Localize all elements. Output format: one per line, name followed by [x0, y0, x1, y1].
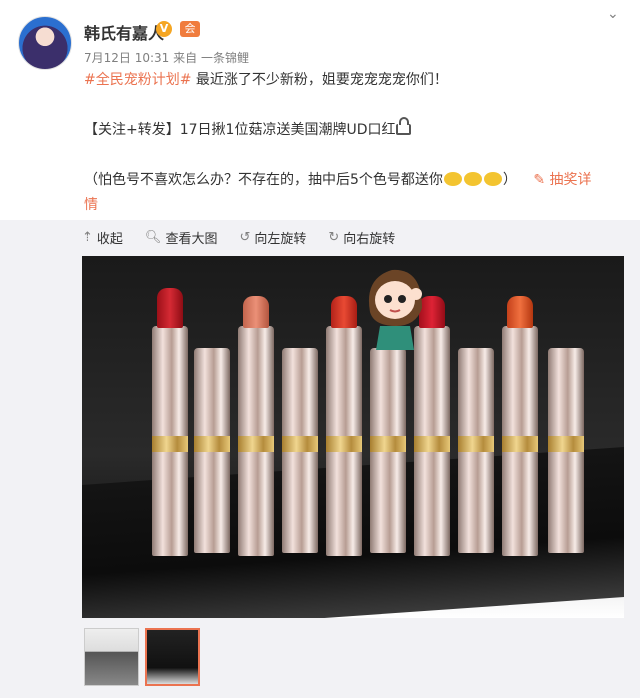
- collapse-arrow-icon: ⇡: [82, 230, 93, 245]
- lipstick-bullet-5: [502, 296, 538, 556]
- post-text: （怕色号不喜欢怎么办？不存在的，抽中后5个色号都送你: [84, 172, 443, 188]
- view-large-button[interactable]: 🔍︎ 查看大图: [145, 228, 218, 247]
- lipstick-bullet-1: [152, 288, 188, 556]
- post-text: 【关注+转发】17日揪1位菇凉送美国潮牌UD口红: [84, 122, 396, 138]
- rotate-right-button[interactable]: ↻ 向右旋转: [328, 228, 395, 247]
- username[interactable]: 韩氏有嘉人: [84, 20, 164, 44]
- cartoon-girl-sticker: [368, 269, 422, 350]
- post-text: ）: [502, 172, 517, 188]
- verified-badge-icon: V: [156, 21, 172, 37]
- post-meta: 7月12日 10:31 来自 一条锦鲤: [84, 49, 249, 66]
- rotate-right-icon: ↻: [328, 230, 340, 245]
- rotate-left-icon: ↺: [239, 230, 251, 245]
- lipstick-case-2: [282, 348, 318, 553]
- rotate-left-button[interactable]: ↺ 向左旋转: [239, 228, 306, 247]
- thumbnail-2-selected[interactable]: [145, 628, 200, 686]
- lipstick-bullet-3: [326, 296, 362, 556]
- post-source[interactable]: 来自 一条锦鲤: [173, 51, 249, 65]
- lock-icon: [396, 117, 412, 135]
- collapse-label: 收起: [96, 232, 123, 247]
- main-image[interactable]: [82, 256, 624, 618]
- post-text-line3: （怕色号不喜欢怎么办？不存在的，抽中后5个色号都送你 ） ✎ 抽奖详: [84, 170, 592, 190]
- post-text: 最近涨了不少新粉，姐要宠宠宠宠你们！: [191, 72, 448, 88]
- emoji-icon: [483, 172, 502, 186]
- lipstick-bullet-4: [414, 296, 450, 556]
- collapse-button[interactable]: ⇡ 收起: [82, 228, 123, 247]
- lipstick-bullet-2: [238, 296, 274, 556]
- emoji-icon: [443, 172, 462, 186]
- avatar[interactable]: [18, 16, 72, 70]
- lipstick-case-4: [458, 348, 494, 553]
- lottery-link[interactable]: ✎ 抽奖详: [533, 172, 591, 188]
- vip-badge-icon: 会: [180, 21, 200, 37]
- rotate-right-label: 向右旋转: [343, 232, 396, 247]
- thumbnail-strip: [84, 628, 200, 686]
- post-text-line2: 【关注+转发】17日揪1位菇凉送美国潮牌UD口红: [84, 117, 412, 140]
- lipstick-case-5: [548, 348, 584, 553]
- lipstick-case-1: [194, 348, 230, 553]
- view-large-label: 查看大图: [165, 232, 218, 247]
- zoom-icon: 🔍︎: [144, 230, 162, 245]
- thumbnail-1[interactable]: [84, 628, 139, 686]
- link-icon: ✎: [533, 172, 546, 188]
- emoji-icon: [463, 172, 482, 186]
- media-toolbar: ⇡ 收起 🔍︎ 查看大图 ↺ 向左旋转 ↻ 向右旋转: [82, 228, 395, 247]
- post-time[interactable]: 7月12日 10:31: [84, 51, 169, 65]
- topic-tag[interactable]: #全民宠粉计划#: [84, 72, 191, 88]
- lipstick-case-3: [370, 348, 406, 553]
- rotate-left-label: 向左旋转: [254, 232, 307, 247]
- chevron-down-icon[interactable]: ⌄: [607, 6, 619, 22]
- lottery-link-label: 抽奖详: [549, 172, 592, 188]
- post-text-line1: #全民宠粉计划# 最近涨了不少新粉，姐要宠宠宠宠你们！: [84, 70, 448, 90]
- lottery-link-cont[interactable]: 情: [84, 195, 98, 215]
